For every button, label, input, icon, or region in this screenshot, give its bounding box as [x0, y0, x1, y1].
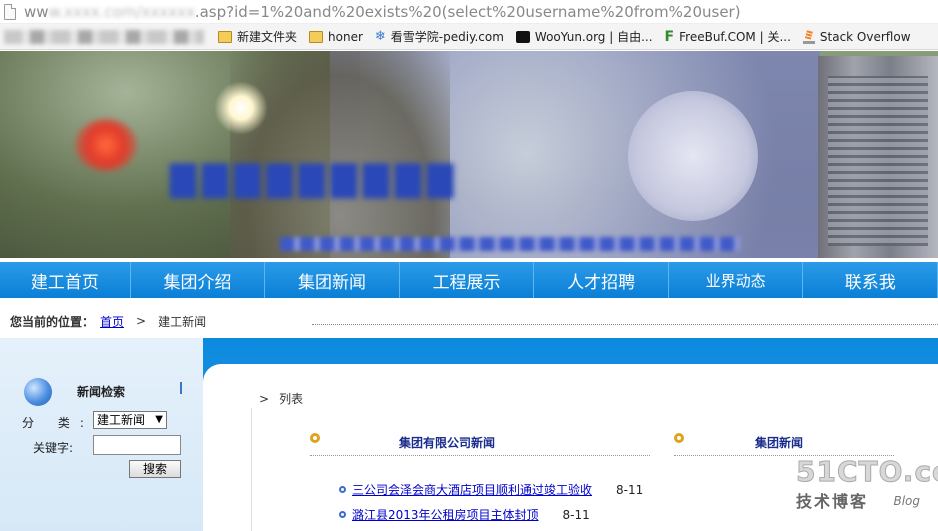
news-item: 潞江县2013年公租房项目主体封顶 8-11	[339, 506, 590, 523]
url-text[interactable]: www.xxxx.com/xxxxxx.asp?id=1%20and%20exi…	[24, 3, 741, 21]
list-bullet-icon	[339, 511, 346, 518]
dropdown-arrow-icon: ▼	[155, 414, 163, 425]
bookmark-stackoverflow[interactable]: Stack Overflow	[802, 30, 911, 44]
divider	[312, 324, 938, 325]
bookmark-pediy[interactable]: ❄ 看雪学院-pediy.com	[375, 28, 504, 45]
breadcrumb-separator: >	[136, 314, 147, 328]
breadcrumb: 您当前的位置： 首页 > 建工新闻	[0, 308, 938, 334]
watermark-51cto: 51CTO.com 技术博客 Blog	[796, 455, 938, 511]
search-title: 新闻检索	[77, 385, 126, 399]
bookmark-honer[interactable]: honer	[309, 30, 363, 44]
section-bullet-icon	[674, 433, 684, 443]
section-bullet-icon	[310, 433, 320, 443]
bookmark-new-folder[interactable]: 新建文件夹	[218, 28, 297, 45]
keyword-input[interactable]	[93, 435, 181, 455]
nav-jobs[interactable]: 人才招聘	[534, 262, 669, 298]
nav-industry[interactable]: 业界动态	[669, 262, 804, 298]
folder-icon	[309, 30, 324, 43]
globe-icon	[24, 378, 52, 406]
breadcrumb-current: 建工新闻	[158, 314, 207, 329]
freebuf-icon: F	[664, 28, 675, 45]
stackoverflow-icon	[802, 30, 815, 44]
address-bar[interactable]: www.xxxx.com/xxxxxx.asp?id=1%20and%20exi…	[0, 0, 938, 24]
nav-about[interactable]: 集团介绍	[131, 262, 266, 298]
search-button[interactable]: 搜索	[129, 460, 181, 478]
site-banner: ▇▇▇▇▇▇▇▇▇	[0, 51, 938, 258]
company-logo	[75, 119, 137, 171]
news-link[interactable]: 潞江县2013年公租房项目主体封顶	[352, 506, 539, 523]
building-image	[818, 56, 938, 258]
category-label: 分 类:	[22, 416, 94, 430]
main-nav: 建工首页 集团介绍 集团新闻 工程展示 人才招聘 业界动态 联系我	[0, 262, 938, 298]
breadcrumb-home-link[interactable]: 首页	[100, 313, 124, 330]
nav-home[interactable]: 建工首页	[0, 262, 131, 298]
url-blurred-segment: w.xxxx.com/xxxxxx	[48, 2, 195, 21]
section-title-group-company[interactable]: 集团有限公司新闻	[399, 434, 495, 451]
list-bullet-icon	[339, 486, 346, 493]
sun-glow	[214, 81, 268, 135]
title-divider	[180, 382, 182, 394]
bookmark-wooyun[interactable]: WooYun.org | 自由...	[515, 28, 653, 45]
news-search-panel: 新闻检索 分 类: 建工新闻 ▼ 关键字: 搜索	[0, 338, 203, 531]
blurred-bookmarks	[4, 29, 204, 44]
nav-contact[interactable]: 联系我	[803, 262, 938, 298]
news-link[interactable]: 三公司会泽会商大酒店项目顺利通过竣工验收	[352, 481, 592, 498]
bookmark-freebuf[interactable]: F FreeBuf.COM | 关...	[665, 28, 791, 45]
slogan-blurred	[280, 237, 740, 251]
nav-news[interactable]: 集团新闻	[265, 262, 400, 298]
page-icon	[4, 3, 16, 20]
section-title-group-news[interactable]: 集团新闻	[755, 434, 803, 451]
news-date: 8-11	[562, 507, 590, 522]
snowflake-icon: ❄	[374, 28, 386, 44]
list-breadcrumb: > 列表	[259, 392, 304, 406]
company-name-blurred: ▇▇▇▇▇▇▇▇▇	[170, 159, 460, 199]
folder-icon	[218, 30, 232, 43]
breadcrumb-label: 您当前的位置：	[10, 314, 95, 329]
wooyun-icon	[515, 30, 530, 43]
bookmarks-bar: 新建文件夹 honer ❄ 看雪学院-pediy.com WooYun.org …	[0, 24, 938, 50]
keyword-label: 关键字:	[33, 441, 74, 455]
news-item: 三公司会泽会商大酒店项目顺利通过竣工验收 8-11	[339, 481, 643, 498]
nav-projects[interactable]: 工程展示	[400, 262, 535, 298]
category-select[interactable]: 建工新闻 ▼	[93, 411, 167, 429]
news-date: 8-11	[616, 482, 644, 497]
